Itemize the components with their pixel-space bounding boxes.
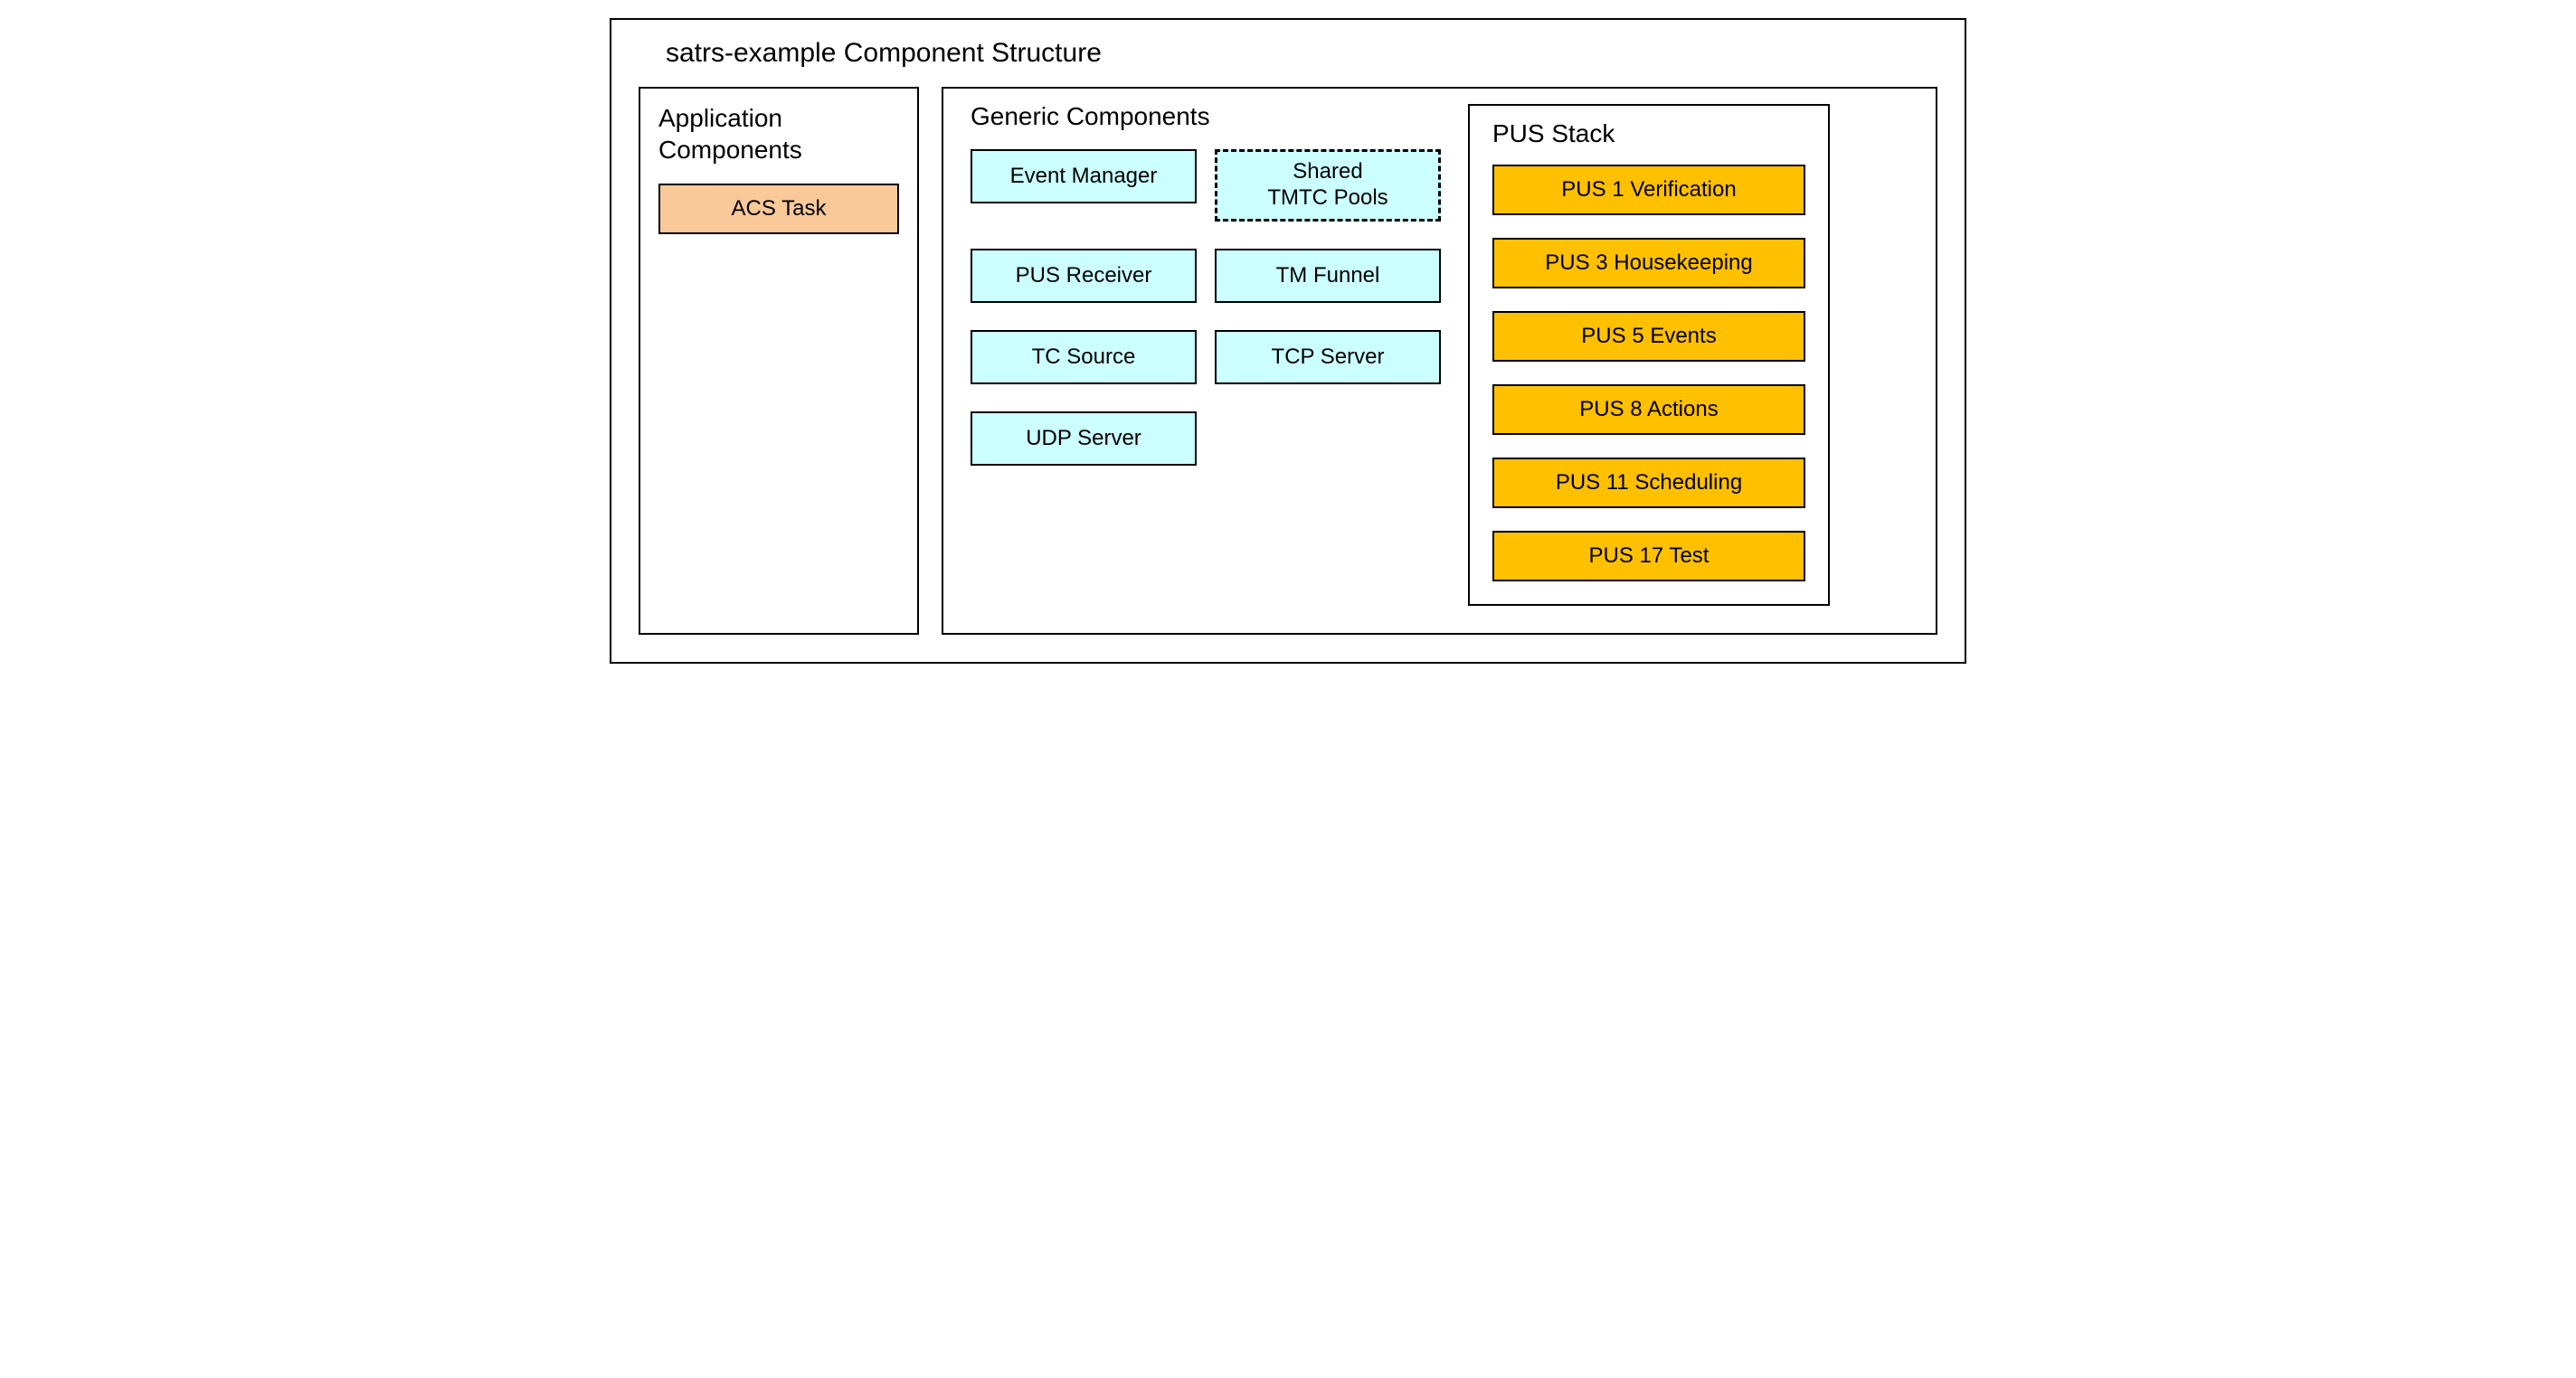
tcp-server-label: TCP Server bbox=[1272, 344, 1385, 370]
shared-tmtc-pools-label: Shared TMTC Pools bbox=[1267, 159, 1387, 212]
event-manager-box: Event Manager bbox=[971, 149, 1197, 203]
diagram-columns: Application Components ACS Task Generic … bbox=[639, 87, 1937, 635]
pus-17-test-box: PUS 17 Test bbox=[1492, 531, 1805, 581]
pus-1-verification-label: PUS 1 Verification bbox=[1561, 177, 1736, 202]
acs-task-label: ACS Task bbox=[732, 196, 827, 221]
tcp-server-box: TCP Server bbox=[1215, 330, 1441, 384]
application-components-title: Application Components bbox=[658, 102, 899, 165]
pus-stack-title: PUS Stack bbox=[1492, 119, 1805, 148]
pus-11-scheduling-label: PUS 11 Scheduling bbox=[1556, 470, 1742, 495]
udp-server-box: UDP Server bbox=[971, 411, 1197, 466]
component-structure-diagram: satrs-example Component Structure Applic… bbox=[610, 18, 1966, 664]
pus-stack-list: PUS 1 Verification PUS 3 Housekeeping PU… bbox=[1492, 165, 1805, 581]
pus-1-verification-box: PUS 1 Verification bbox=[1492, 165, 1805, 215]
application-components-title-text: Application Components bbox=[658, 104, 802, 164]
tc-source-label: TC Source bbox=[1032, 344, 1136, 370]
udp-server-label: UDP Server bbox=[1026, 426, 1141, 451]
pus-stack-group: PUS Stack PUS 1 Verification PUS 3 House… bbox=[1468, 104, 1830, 606]
tm-funnel-label: TM Funnel bbox=[1276, 263, 1380, 288]
shared-tmtc-pools-box: Shared TMTC Pools bbox=[1215, 149, 1441, 222]
pus-8-actions-box: PUS 8 Actions bbox=[1492, 384, 1805, 435]
tm-funnel-box: TM Funnel bbox=[1215, 249, 1441, 303]
pus-5-events-box: PUS 5 Events bbox=[1492, 311, 1805, 362]
tc-source-box: TC Source bbox=[971, 330, 1197, 384]
application-components-group: Application Components ACS Task bbox=[639, 87, 919, 635]
pus-8-actions-label: PUS 8 Actions bbox=[1579, 397, 1718, 421]
event-manager-label: Event Manager bbox=[1010, 164, 1158, 189]
generic-components-body: Event Manager Shared TMTC Pools PUS Rece… bbox=[971, 149, 1918, 606]
pus-receiver-box: PUS Receiver bbox=[971, 249, 1197, 303]
acs-task-box: ACS Task bbox=[658, 184, 899, 234]
pus-17-test-label: PUS 17 Test bbox=[1589, 543, 1709, 568]
pus-receiver-label: PUS Receiver bbox=[1016, 263, 1152, 288]
pus-5-events-label: PUS 5 Events bbox=[1581, 324, 1716, 348]
diagram-title: satrs-example Component Structure bbox=[639, 38, 1937, 69]
pus-3-housekeeping-label: PUS 3 Housekeeping bbox=[1545, 250, 1752, 275]
generic-components-grid: Event Manager Shared TMTC Pools PUS Rece… bbox=[971, 149, 1441, 466]
pus-3-housekeeping-box: PUS 3 Housekeeping bbox=[1492, 238, 1805, 288]
generic-components-group: Generic Components Event Manager Shared … bbox=[942, 87, 1937, 635]
pus-11-scheduling-box: PUS 11 Scheduling bbox=[1492, 458, 1805, 508]
